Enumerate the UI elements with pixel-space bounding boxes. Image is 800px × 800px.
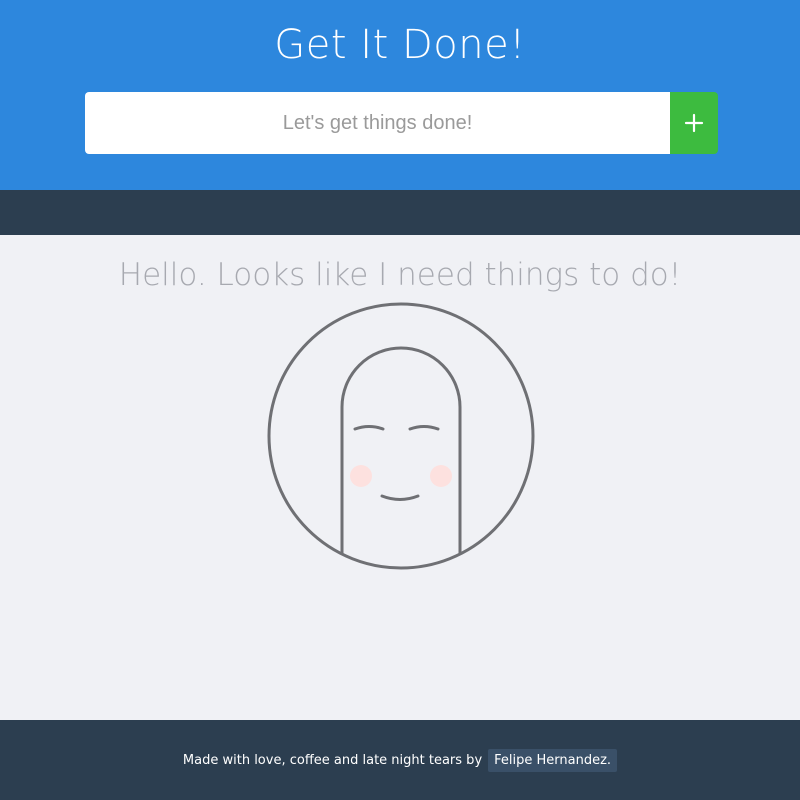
- add-task-button[interactable]: [670, 92, 718, 154]
- new-task-input[interactable]: [85, 92, 670, 154]
- smiling-finger-face-illustration: [267, 302, 535, 570]
- illustration-left-cheek: [350, 465, 372, 487]
- app-header: Get It Done!: [0, 0, 800, 190]
- divider-band: [0, 190, 800, 235]
- app-footer: Made with love, coffee and late night te…: [0, 720, 800, 800]
- illustration-smile: [380, 494, 420, 501]
- illustration-right-eye: [408, 425, 440, 431]
- illustration-left-eye: [353, 425, 385, 431]
- author-link[interactable]: Felipe Hernandez.: [488, 748, 618, 772]
- app-title: Get It Done!: [274, 22, 526, 68]
- illustration-finger-outline: [340, 346, 462, 567]
- empty-state-message: Hello. Looks like I need things to do!: [118, 257, 682, 293]
- plus-icon: [684, 113, 704, 133]
- illustration-right-cheek: [430, 465, 452, 487]
- illustration-outer-circle: [267, 302, 535, 570]
- footer-text: Made with love, coffee and late night te…: [182, 752, 483, 768]
- task-list-area: Hello. Looks like I need things to do!: [0, 235, 800, 720]
